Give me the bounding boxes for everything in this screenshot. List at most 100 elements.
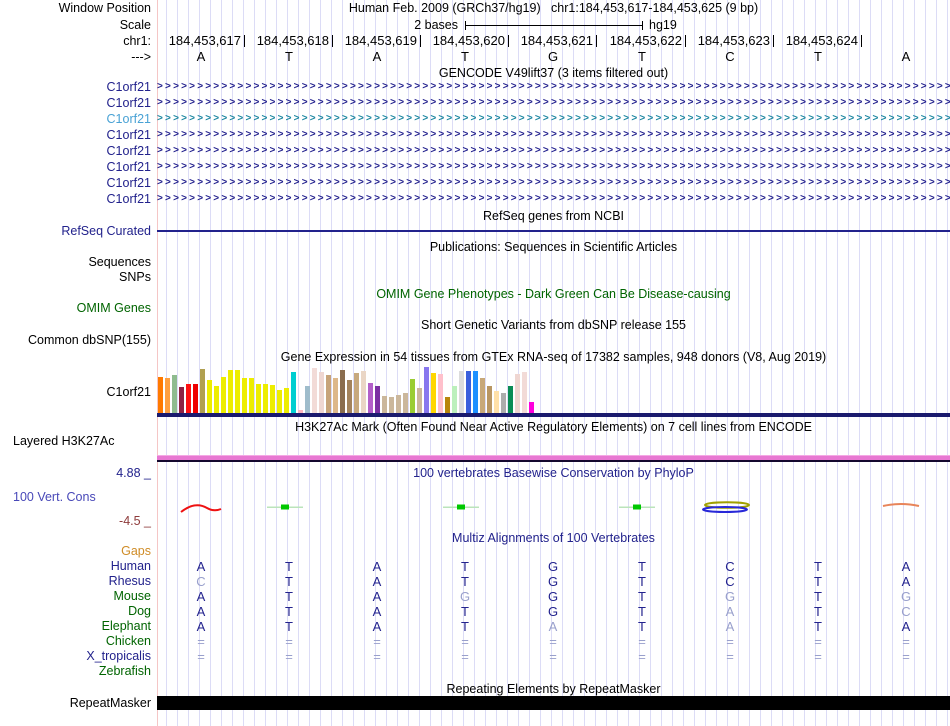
- gtex-tissue-bar[interactable]: [487, 386, 492, 413]
- gtex-tissue-bar[interactable]: [270, 385, 275, 413]
- gtex-tissue-bar[interactable]: [305, 386, 310, 413]
- gene-exon-arrow-line[interactable]: >>>>>>>>>>>>>>>>>>>>>>>>>>>>>>>>>>>>>>>>…: [157, 95, 950, 111]
- gtex-tissue-bar[interactable]: [186, 384, 191, 413]
- gencode-gene-row[interactable]: C1orf21 >>>>>>>>>>>>>>>>>>>>>>>>>>>>>>>>>…: [0, 111, 950, 127]
- gtex-tissue-bar[interactable]: [200, 369, 205, 413]
- species-label[interactable]: Human: [0, 559, 151, 574]
- species-label[interactable]: X_tropicalis: [0, 649, 151, 664]
- gene-name-label[interactable]: C1orf21: [0, 175, 151, 191]
- repeatmasker-element-bar[interactable]: [157, 696, 950, 710]
- gtex-tissue-bar[interactable]: [452, 386, 457, 413]
- gtex-tissue-bar[interactable]: [158, 377, 163, 413]
- gene-name-label[interactable]: C1orf21: [0, 95, 151, 111]
- gene-exon-arrow-line[interactable]: >>>>>>>>>>>>>>>>>>>>>>>>>>>>>>>>>>>>>>>>…: [157, 111, 950, 127]
- gene-exon-arrow-line[interactable]: >>>>>>>>>>>>>>>>>>>>>>>>>>>>>>>>>>>>>>>>…: [157, 159, 950, 175]
- gene-name-label[interactable]: C1orf21: [0, 159, 151, 175]
- gtex-tissue-bar[interactable]: [256, 384, 261, 413]
- gtex-tissue-bar[interactable]: [410, 379, 415, 413]
- phylop-conservation-glyphs[interactable]: [157, 496, 950, 520]
- species-label[interactable]: Mouse: [0, 589, 151, 604]
- gtex-tissue-bar[interactable]: [396, 395, 401, 413]
- gtex-tissue-bar[interactable]: [172, 375, 177, 413]
- multiz-species-row[interactable]: Mouse A T A G G T G T G: [0, 589, 950, 604]
- gtex-tissue-bar[interactable]: [480, 378, 485, 413]
- gtex-tissue-bar[interactable]: [193, 384, 198, 413]
- multiz-species-row[interactable]: Chicken = = = = = = = = =: [0, 634, 950, 649]
- gtex-tissue-bar[interactable]: [466, 371, 471, 413]
- refseq-curated-item[interactable]: [157, 230, 950, 232]
- gtex-tissue-bar[interactable]: [284, 388, 289, 413]
- multiz-species-row[interactable]: Human A T A T G T C T A: [0, 559, 950, 574]
- gtex-tissue-bar[interactable]: [389, 397, 394, 413]
- gtex-tissue-bar[interactable]: [165, 378, 170, 413]
- gtex-tissue-bar[interactable]: [333, 378, 338, 413]
- refseq-curated-label[interactable]: RefSeq Curated: [0, 223, 151, 239]
- gtex-tissue-bar[interactable]: [340, 370, 345, 413]
- gtex-tissue-bar[interactable]: [459, 371, 464, 413]
- gtex-tissue-bar[interactable]: [431, 373, 436, 413]
- gtex-tissue-bar[interactable]: [417, 388, 422, 413]
- gtex-tissue-bar[interactable]: [473, 371, 478, 413]
- gtex-tissue-bar[interactable]: [494, 391, 499, 413]
- gtex-tissue-bar[interactable]: [326, 375, 331, 413]
- dbsnp-track-title[interactable]: Short Genetic Variants from dbSNP releas…: [157, 317, 950, 333]
- publications-track-title[interactable]: Publications: Sequences in Scientific Ar…: [157, 239, 950, 255]
- gencode-gene-row[interactable]: C1orf21 >>>>>>>>>>>>>>>>>>>>>>>>>>>>>>>>>…: [0, 79, 950, 95]
- refseq-track-title[interactable]: RefSeq genes from NCBI: [157, 208, 950, 224]
- species-label[interactable]: Elephant: [0, 619, 151, 634]
- gencode-gene-row[interactable]: C1orf21 >>>>>>>>>>>>>>>>>>>>>>>>>>>>>>>>>…: [0, 191, 950, 207]
- repeatmasker-label[interactable]: RepeatMasker: [0, 695, 151, 711]
- gtex-tissue-bar[interactable]: [249, 378, 254, 413]
- h3k27ac-label[interactable]: Layered H3K27Ac: [13, 433, 114, 449]
- gtex-tissue-bar[interactable]: [242, 378, 247, 413]
- gtex-tissue-bar[interactable]: [445, 397, 450, 413]
- gencode-gene-row[interactable]: C1orf21 >>>>>>>>>>>>>>>>>>>>>>>>>>>>>>>>>…: [0, 175, 950, 191]
- gene-exon-arrow-line[interactable]: >>>>>>>>>>>>>>>>>>>>>>>>>>>>>>>>>>>>>>>>…: [157, 191, 950, 207]
- multiz-species-row[interactable]: Zebrafish: [0, 664, 950, 679]
- multiz-species-row[interactable]: Elephant A T A T A T A T A: [0, 619, 950, 634]
- gene-exon-arrow-line[interactable]: >>>>>>>>>>>>>>>>>>>>>>>>>>>>>>>>>>>>>>>>…: [157, 79, 950, 95]
- multiz-species-row[interactable]: X_tropicalis = = = = = = = = =: [0, 649, 950, 664]
- dbsnp-label[interactable]: Common dbSNP(155): [0, 332, 151, 348]
- gtex-tissue-bar[interactable]: [522, 372, 527, 413]
- gtex-tissue-bar[interactable]: [319, 372, 324, 413]
- gtex-tissue-bar[interactable]: [291, 372, 296, 413]
- multiz-species-row[interactable]: Rhesus C T A T G T C T A: [0, 574, 950, 589]
- gtex-tissue-bar[interactable]: [354, 373, 359, 413]
- gene-exon-arrow-line[interactable]: >>>>>>>>>>>>>>>>>>>>>>>>>>>>>>>>>>>>>>>>…: [157, 127, 950, 143]
- gtex-tissue-bar[interactable]: [221, 377, 226, 413]
- gtex-tissue-bar[interactable]: [228, 370, 233, 413]
- gtex-tissue-bar[interactable]: [403, 393, 408, 413]
- gencode-gene-row[interactable]: C1orf21 >>>>>>>>>>>>>>>>>>>>>>>>>>>>>>>>>…: [0, 127, 950, 143]
- gtex-tissue-bar[interactable]: [368, 383, 373, 413]
- gtex-tissue-bar[interactable]: [424, 367, 429, 413]
- gtex-tissue-bar[interactable]: [207, 380, 212, 413]
- gencode-gene-row[interactable]: C1orf21 >>>>>>>>>>>>>>>>>>>>>>>>>>>>>>>>>…: [0, 143, 950, 159]
- omim-genes-label[interactable]: OMIM Genes: [0, 300, 151, 316]
- gene-exon-arrow-line[interactable]: >>>>>>>>>>>>>>>>>>>>>>>>>>>>>>>>>>>>>>>>…: [157, 175, 950, 191]
- gtex-gene-label[interactable]: C1orf21: [0, 384, 151, 400]
- gene-name-label[interactable]: C1orf21: [0, 127, 151, 143]
- species-label[interactable]: Zebrafish: [0, 664, 151, 679]
- gencode-gene-row[interactable]: C1orf21 >>>>>>>>>>>>>>>>>>>>>>>>>>>>>>>>>…: [0, 159, 950, 175]
- gtex-tissue-bar[interactable]: [508, 386, 513, 413]
- multiz-species-row[interactable]: Dog A T A T G T A T C: [0, 604, 950, 619]
- gtex-tissue-bar[interactable]: [277, 390, 282, 413]
- gtex-tissue-bar[interactable]: [361, 371, 366, 413]
- gencode-gene-row[interactable]: C1orf21 >>>>>>>>>>>>>>>>>>>>>>>>>>>>>>>>>…: [0, 95, 950, 111]
- gene-name-label[interactable]: C1orf21: [0, 191, 151, 207]
- gtex-expression-bar-chart[interactable]: [157, 365, 950, 413]
- gene-name-label[interactable]: C1orf21: [0, 111, 151, 127]
- multiz-species-row[interactable]: Gaps: [0, 544, 950, 559]
- gene-name-label[interactable]: C1orf21: [0, 79, 151, 95]
- gtex-tissue-bar[interactable]: [382, 396, 387, 413]
- sequences-label[interactable]: Sequences: [0, 254, 151, 270]
- species-label[interactable]: Gaps: [0, 544, 151, 559]
- gtex-tissue-bar[interactable]: [235, 370, 240, 413]
- phylop-label[interactable]: 100 Vert. Cons: [13, 489, 96, 505]
- gtex-tissue-bar[interactable]: [347, 380, 352, 413]
- gtex-tissue-bar[interactable]: [438, 374, 443, 413]
- gtex-tissue-bar[interactable]: [312, 368, 317, 413]
- species-label[interactable]: Dog: [0, 604, 151, 619]
- gtex-tissue-bar[interactable]: [263, 384, 268, 413]
